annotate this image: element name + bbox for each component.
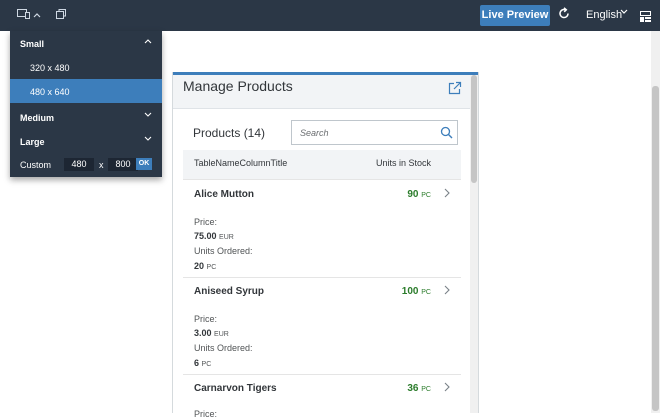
device-icon[interactable] xyxy=(17,8,31,23)
menu-group-large[interactable]: Large xyxy=(10,129,162,153)
menu-custom-size: Custom 480 x 800 OK xyxy=(10,155,162,175)
preview-scrollbar-thumb[interactable] xyxy=(471,75,477,183)
table-title: Products (14) xyxy=(193,126,266,140)
preview-scrollbar[interactable] xyxy=(470,75,478,413)
table-row[interactable]: Aniseed Syrup 100 PC Price: 3.00 EUR Uni… xyxy=(183,278,461,375)
custom-label: Custom xyxy=(20,160,52,170)
rotate-icon[interactable] xyxy=(55,8,67,23)
chevron-right-icon[interactable] xyxy=(444,381,450,395)
share-icon[interactable] xyxy=(448,81,462,95)
custom-separator: x xyxy=(99,160,104,170)
menu-option-label: 480 x 640 xyxy=(30,87,70,97)
shell-toolbar: Live Preview English xyxy=(0,0,660,31)
price-label: Price: xyxy=(194,217,218,227)
price-value: 75.00 EUR xyxy=(194,231,234,241)
units-ordered-label: Units Ordered: xyxy=(194,343,253,353)
device-size-menu: Small 320 x 480 480 x 640 Medium Large C… xyxy=(10,31,162,177)
table-row[interactable]: Alice Mutton 90 PC Price: 75.00 EUR Unit… xyxy=(183,181,461,278)
device-preview: Manage Products Products (14) Search Tab… xyxy=(172,72,479,419)
live-preview-button[interactable]: Live Preview xyxy=(480,5,550,26)
units-ordered-label: Units Ordered: xyxy=(194,246,253,256)
menu-option-480x640[interactable]: 480 x 640 xyxy=(10,79,162,103)
stock-value: 100 PC xyxy=(401,286,431,297)
price-value: 3.00 EUR xyxy=(194,328,229,338)
page-title: Manage Products xyxy=(183,78,293,94)
menu-option-320x480[interactable]: 320 x 480 xyxy=(10,55,162,79)
menu-group-small[interactable]: Small xyxy=(10,31,162,55)
chevron-right-icon[interactable] xyxy=(444,187,450,201)
units-ordered-value: 20 PC xyxy=(194,261,217,271)
product-name: Carnarvon Tigers xyxy=(194,383,277,394)
menu-group-small-label: Small xyxy=(20,39,45,49)
stock-value: 90 PC xyxy=(407,189,431,200)
column-header-stock: Units in Stock xyxy=(376,158,432,168)
chevron-right-icon[interactable] xyxy=(444,284,450,298)
product-name: Alice Mutton xyxy=(194,189,254,200)
table-column-header: TableNameColumnTitle Units in Stock xyxy=(183,150,461,180)
menu-group-large-label: Large xyxy=(20,137,45,147)
stock-value: 36 PC xyxy=(407,383,431,394)
chevron-up-icon xyxy=(144,37,152,47)
table-toolbar: Products (14) Search xyxy=(183,120,461,148)
price-label: Price: xyxy=(194,409,218,419)
page-scrollbar-thumb[interactable] xyxy=(652,86,659,411)
search-placeholder: Search xyxy=(300,128,329,138)
ok-button[interactable]: OK xyxy=(136,158,152,170)
chevron-down-icon xyxy=(144,111,152,121)
settings-icon[interactable] xyxy=(640,9,651,22)
chevron-down-icon[interactable] xyxy=(620,7,628,19)
chevron-down-icon xyxy=(144,135,152,145)
search-field[interactable]: Search xyxy=(291,120,458,145)
price-label: Price: xyxy=(194,314,218,324)
custom-height-input[interactable]: 800 xyxy=(108,158,138,171)
custom-width-input[interactable]: 480 xyxy=(64,158,94,171)
column-header-name: TableNameColumnTitle xyxy=(194,158,288,168)
units-ordered-value: 6 PC xyxy=(194,358,212,368)
language-selector[interactable]: English xyxy=(586,9,622,21)
refresh-icon[interactable] xyxy=(558,7,570,23)
table-row[interactable]: Carnarvon Tigers 36 PC Price: xyxy=(183,375,461,419)
search-icon[interactable] xyxy=(440,126,453,139)
page-header: Manage Products xyxy=(173,75,470,109)
menu-group-medium-label: Medium xyxy=(20,113,55,123)
chevron-up-icon[interactable] xyxy=(33,8,41,22)
menu-group-medium[interactable]: Medium xyxy=(10,105,162,129)
product-name: Aniseed Syrup xyxy=(194,286,265,297)
menu-option-label: 320 x 480 xyxy=(30,63,70,73)
page-scrollbar[interactable] xyxy=(651,31,660,413)
